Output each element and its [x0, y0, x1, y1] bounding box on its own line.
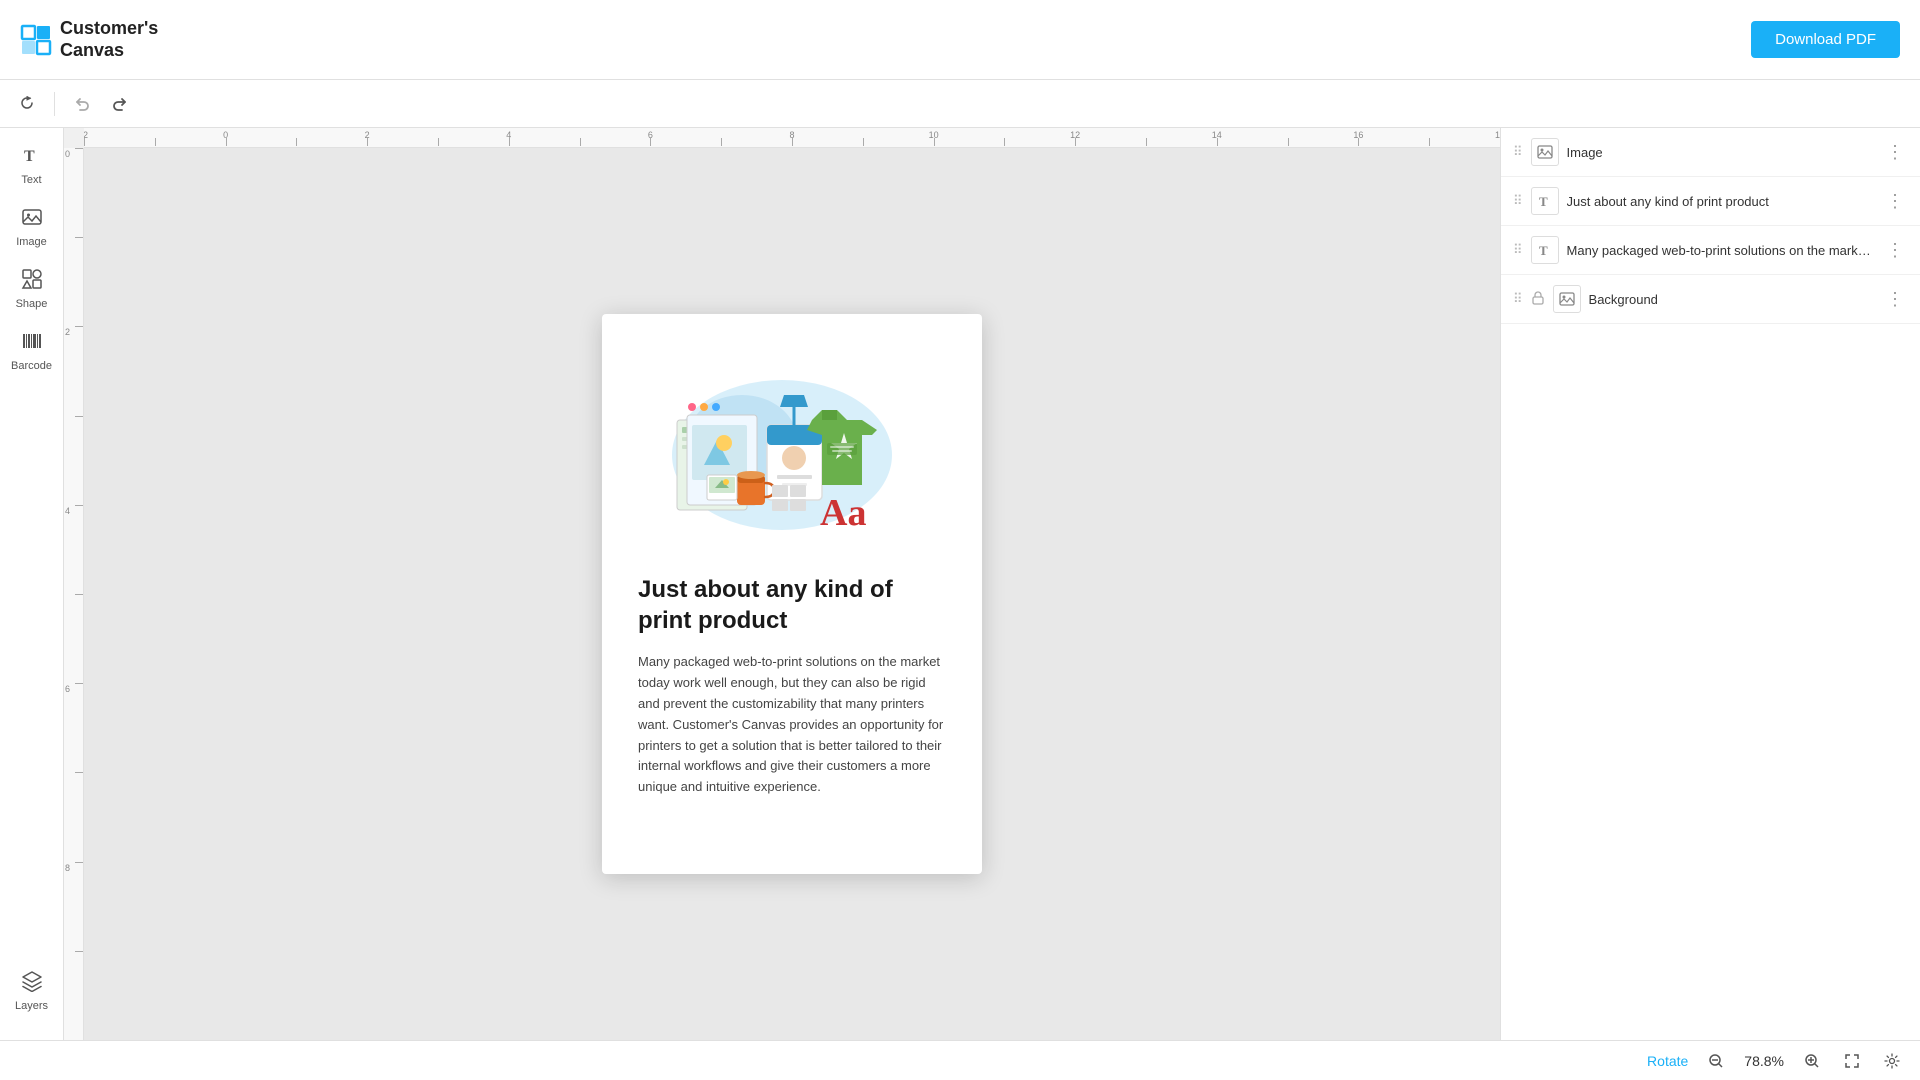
layer-more-button-text1[interactable]: ⋮ — [1882, 189, 1908, 214]
layer-type-icon-background — [1553, 285, 1581, 313]
drag-handle-image: ⠿ — [1513, 144, 1523, 160]
barcode-icon — [21, 330, 43, 358]
layer-type-icon-text2: T — [1531, 236, 1559, 264]
left-sidebar: T Text Image Shape Barcode — [0, 128, 64, 1040]
download-pdf-button[interactable]: Download PDF — [1751, 21, 1900, 58]
lock-icon — [1531, 291, 1545, 308]
drag-handle-text1: ⠿ — [1513, 193, 1523, 209]
status-bar: Rotate 78.8% — [0, 1040, 1920, 1080]
shape-tool-label: Shape — [16, 298, 48, 310]
layers-label: Layers — [15, 1000, 48, 1012]
image-tool-label: Image — [16, 236, 47, 248]
ruler-horizontal: -2024681012141618 — [84, 128, 1500, 148]
canvas-area: -2024681012141618 0246810 — [64, 128, 1500, 1040]
undo-button[interactable] — [67, 91, 97, 117]
document-body: Many packaged web-to-print solutions on … — [638, 652, 946, 798]
svg-text:T: T — [24, 148, 35, 165]
document-card: Aa Just about any kind of print product … — [602, 314, 982, 874]
drag-handle-text2: ⠿ — [1513, 242, 1523, 258]
zoom-in-button[interactable] — [1800, 1049, 1824, 1073]
layer-name-text1: Just about any kind of print product — [1567, 194, 1874, 209]
ruler-vertical: 0246810 — [64, 148, 84, 1040]
toolbar-separator — [54, 92, 55, 116]
header: Customer's Canvas Download PDF — [0, 0, 1920, 80]
shape-tool[interactable]: Shape — [4, 260, 60, 318]
main-area: T Text Image Shape Barcode — [0, 128, 1920, 1040]
document-illustration: Aa — [638, 350, 946, 550]
text-icon: T — [21, 144, 43, 172]
layer-more-button-background[interactable]: ⋮ — [1882, 287, 1908, 312]
image-tool[interactable]: Image — [4, 198, 60, 256]
rotate-label[interactable]: Rotate — [1647, 1053, 1688, 1069]
ruler-vertical-canvas: 0246810 — [64, 148, 1500, 1040]
text-tool-label: Text — [21, 174, 41, 186]
layer-name-text2: Many packaged web-to-print solutions on … — [1567, 243, 1874, 258]
logo-text: Customer's Canvas — [60, 18, 158, 61]
layer-item-text2[interactable]: ⠿ T Many packaged web-to-print solutions… — [1501, 226, 1920, 275]
zoom-value: 78.8% — [1744, 1053, 1784, 1069]
logo: Customer's Canvas — [20, 18, 158, 61]
layer-type-icon-image — [1531, 138, 1559, 166]
layer-name-image: Image — [1567, 145, 1874, 160]
svg-text:T: T — [1539, 243, 1548, 258]
shape-icon — [21, 268, 43, 296]
barcode-tool[interactable]: Barcode — [4, 322, 60, 380]
layers-icon — [21, 970, 43, 998]
toolbar — [0, 80, 1920, 128]
layers-button[interactable]: Layers — [4, 962, 60, 1020]
layer-more-button-image[interactable]: ⋮ — [1882, 140, 1908, 165]
text-tool[interactable]: T Text — [4, 136, 60, 194]
layer-type-icon-text1: T — [1531, 187, 1559, 215]
reset-button[interactable] — [12, 91, 42, 117]
layer-item-background[interactable]: ⠿ Background ⋮ — [1501, 275, 1920, 324]
document-title: Just about any kind of print product — [638, 574, 946, 636]
barcode-tool-label: Barcode — [11, 360, 52, 372]
right-panel: ⠿ Image ⋮ ⠿ T Just about any kind of pri… — [1500, 128, 1920, 1040]
logo-icon — [20, 24, 52, 56]
canvas-background[interactable]: Aa Just about any kind of print product … — [84, 148, 1500, 1040]
fit-screen-button[interactable] — [1840, 1049, 1864, 1073]
layer-item-image[interactable]: ⠿ Image ⋮ — [1501, 128, 1920, 177]
illustration-svg: Aa — [652, 355, 932, 545]
redo-button[interactable] — [105, 91, 135, 117]
drag-handle-background: ⠿ — [1513, 291, 1523, 307]
settings-button[interactable] — [1880, 1049, 1904, 1073]
layer-item-text1[interactable]: ⠿ T Just about any kind of print product… — [1501, 177, 1920, 226]
layer-more-button-text2[interactable]: ⋮ — [1882, 238, 1908, 263]
svg-text:Aa: Aa — [820, 492, 866, 534]
image-icon — [21, 206, 43, 234]
zoom-out-button[interactable] — [1704, 1049, 1728, 1073]
layer-name-background: Background — [1589, 292, 1874, 307]
svg-text:T: T — [1539, 194, 1548, 209]
